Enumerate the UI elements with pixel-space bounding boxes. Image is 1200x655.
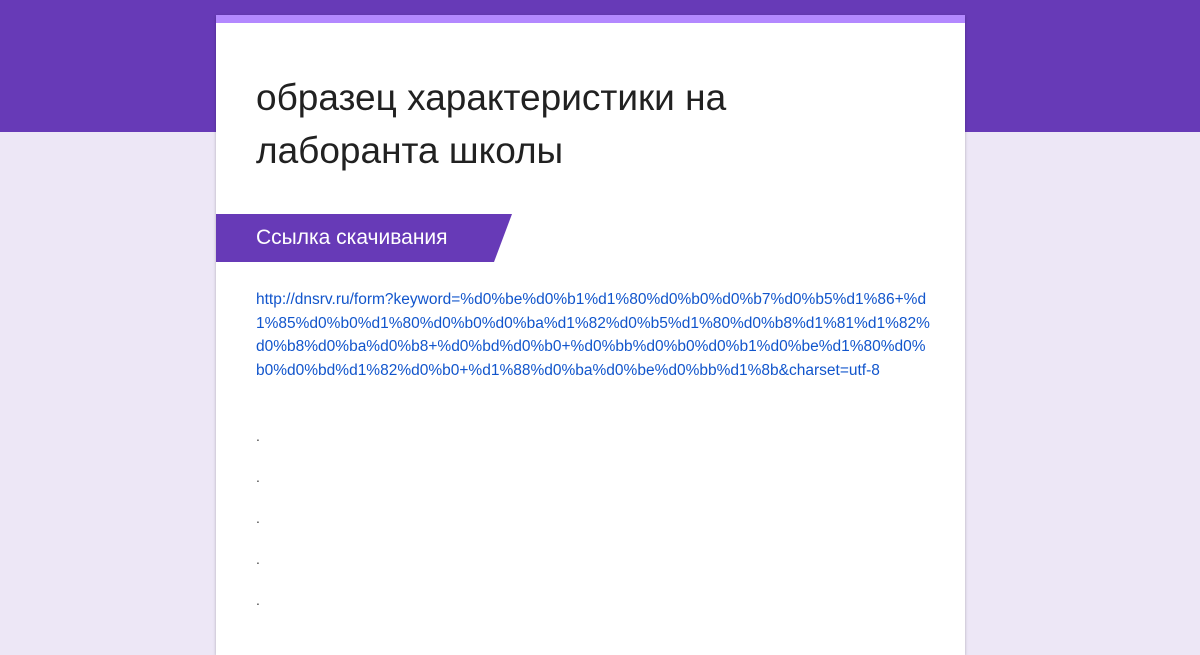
separator-dot: . <box>256 592 260 608</box>
card-accent-bar <box>216 15 965 23</box>
separator-dot: . <box>256 428 260 444</box>
download-link[interactable]: http://dnsrv.ru/form?keyword=%d0%be%d0%b… <box>256 288 930 382</box>
form-title: образец характеристики на лаборанта школ… <box>256 77 727 171</box>
separator-dot: . <box>256 510 260 526</box>
section-header: Ссылка скачивания <box>216 214 512 262</box>
form-card: образец характеристики на лаборанта школ… <box>216 15 965 655</box>
separator-dot: . <box>256 551 260 567</box>
section-title: Ссылка скачивания <box>256 226 448 249</box>
separator-dot: . <box>256 469 260 485</box>
